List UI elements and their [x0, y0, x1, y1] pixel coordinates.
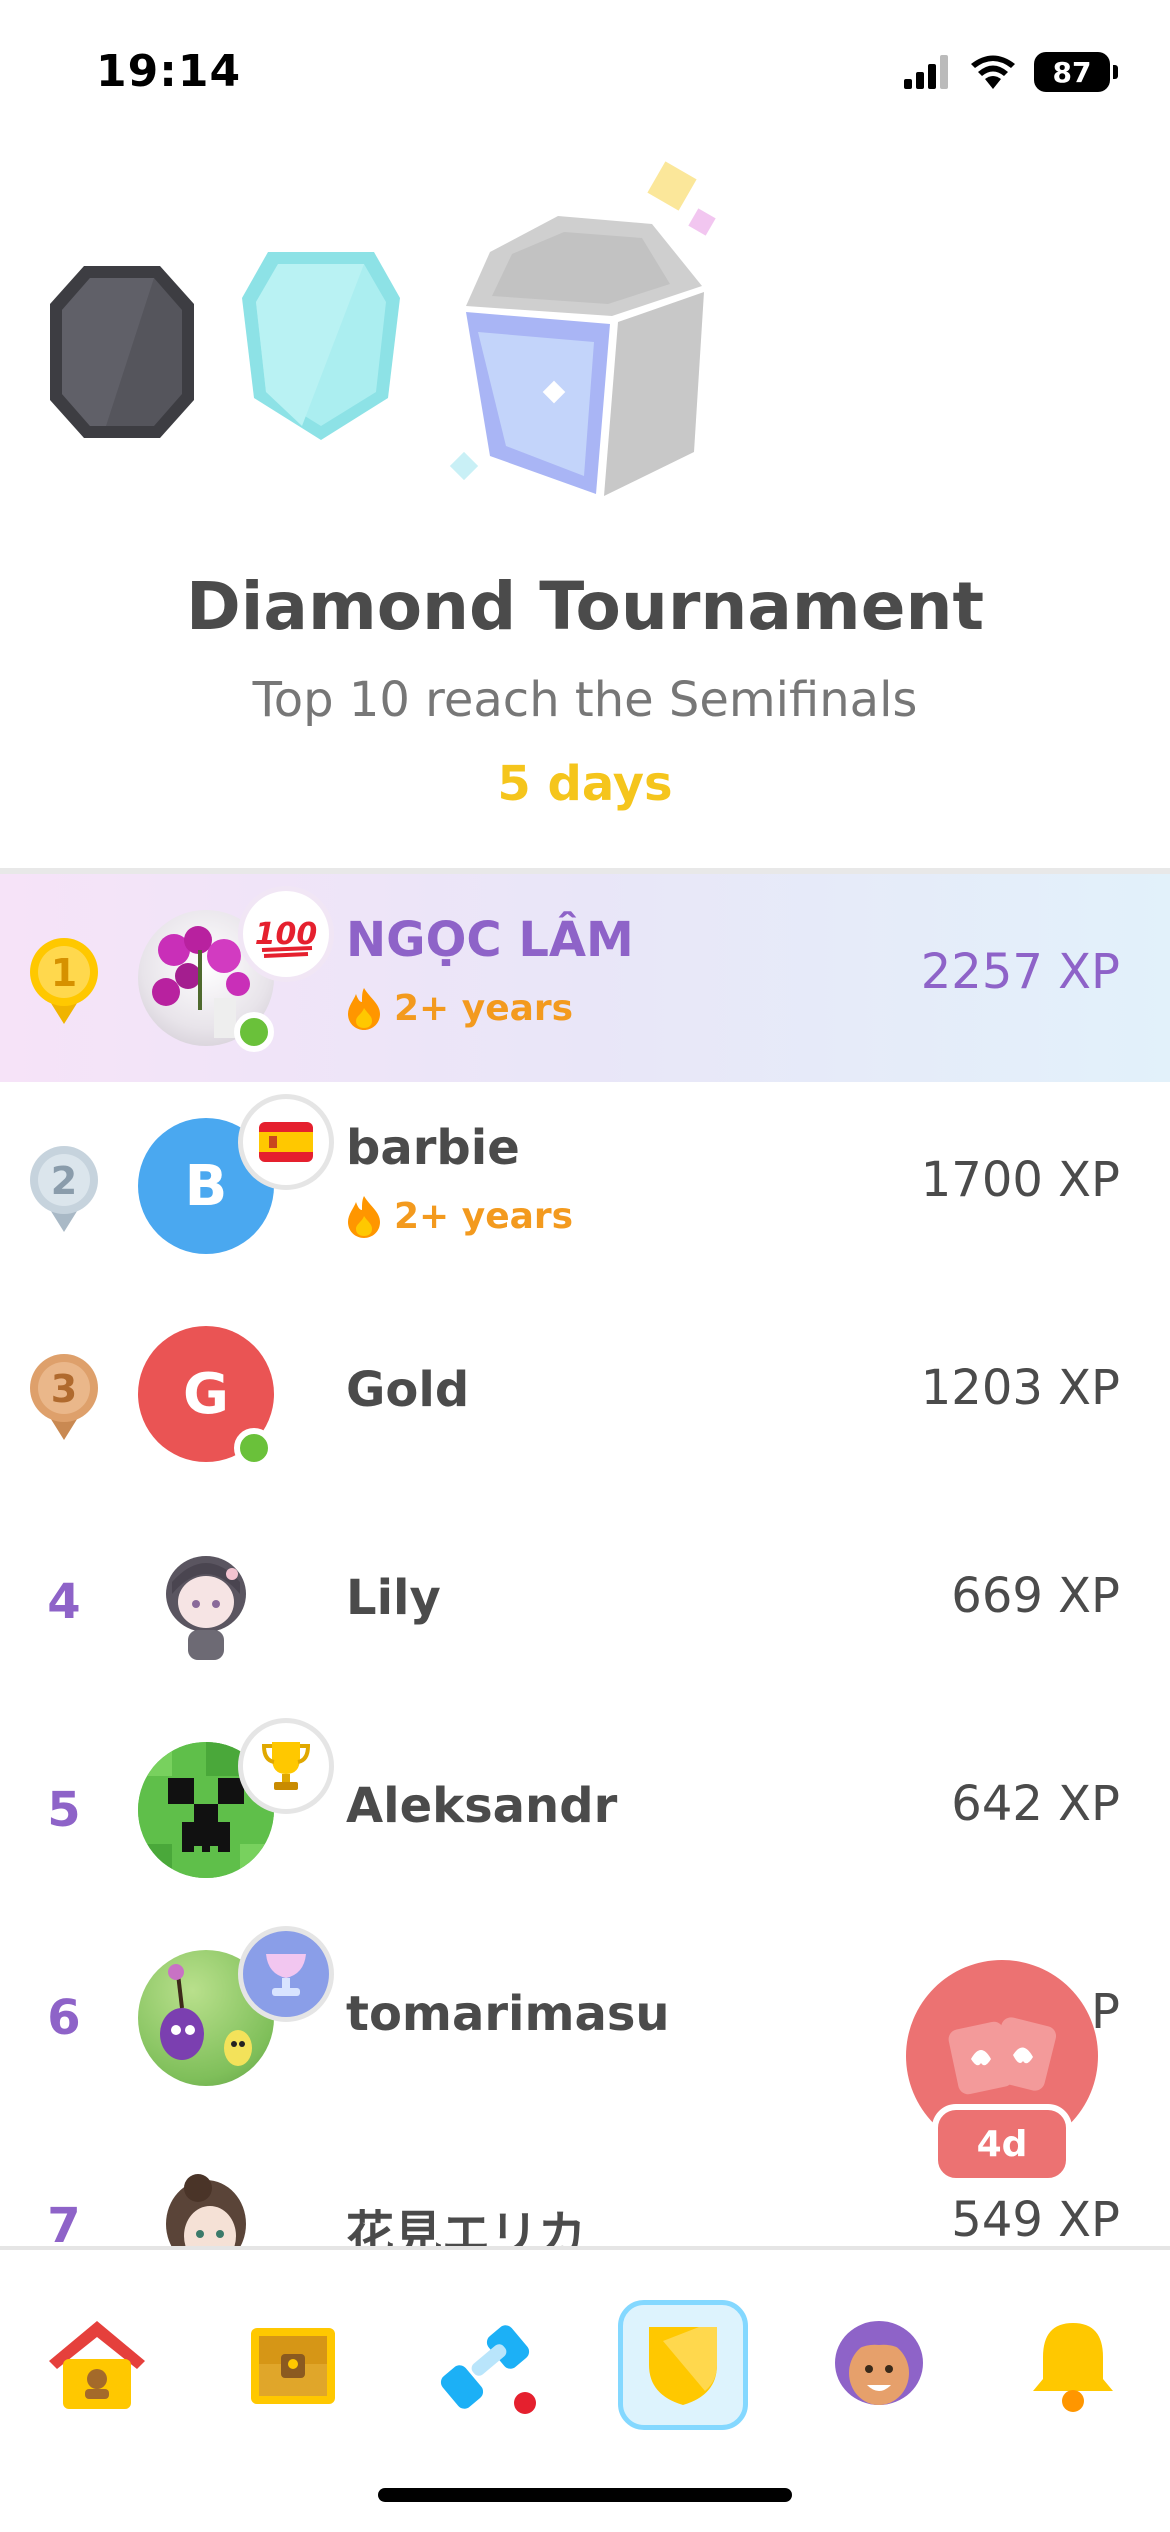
svg-text:1: 1: [51, 951, 77, 995]
tournament-league-icon[interactable]: [446, 156, 726, 496]
flame-icon: [348, 1196, 380, 1238]
gold-medal-icon: 1: [30, 938, 98, 1024]
hundred-points-icon: 100: [238, 886, 334, 982]
avatar-letter: G: [183, 1361, 229, 1427]
trophy-icon: [238, 1718, 334, 1814]
league-subtitle: Top 10 reach the Semifinals: [252, 672, 918, 728]
avatar[interactable]: [138, 2158, 274, 2246]
leaderboard-xp: 549 XP: [951, 2192, 1120, 2246]
silver-medal-icon: 2: [30, 1146, 98, 1232]
anime-girl-avatar-image: [166, 1556, 246, 1660]
status-time: 19:14: [96, 46, 242, 97]
leaderboard-row[interactable]: 2 B barbie 2+ years 1700 XP: [0, 1082, 1170, 1290]
avatar[interactable]: [138, 1534, 274, 1670]
leaderboard-row[interactable]: 1 100 NGỌC LÂM 2+ years 2257 XP: [0, 874, 1170, 1082]
battery-indicator: 87: [1034, 52, 1118, 92]
home-icon: [49, 2321, 145, 2409]
streak-label: 2+ years: [394, 1195, 574, 1237]
online-status-dot: [234, 1428, 274, 1468]
anime-character-avatar-image: [166, 2174, 246, 2246]
leaderboard-name: tomarimasu: [346, 1986, 670, 2042]
friends-quest-icon: [948, 2017, 1057, 2095]
leaderboard-xp: 669 XP: [951, 1568, 1120, 1624]
spain-flag-icon: [238, 1094, 334, 1190]
flame-icon: [348, 988, 380, 1030]
rank-number: 7: [47, 2198, 81, 2246]
svg-text:2: 2: [51, 1159, 77, 1203]
practice-icon: [440, 2325, 536, 2414]
leaderboard-name: Gold: [346, 1362, 470, 1418]
streak-indicator: 2+ years: [346, 1194, 573, 1238]
rank-number: 5: [47, 1782, 81, 1838]
online-status-dot: [234, 1012, 274, 1052]
leagues-icon: [649, 2327, 717, 2405]
leaderboard-row[interactable]: 4 Lily 669 XP: [0, 1498, 1170, 1706]
league-badges: [0, 150, 1170, 510]
svg-text:3: 3: [51, 1367, 77, 1411]
streak-indicator: 2+ years: [346, 986, 573, 1030]
leaderboard-name: Aleksandr: [346, 1778, 618, 1834]
notifications-icon: [1033, 2323, 1113, 2412]
rank-number: 6: [47, 1990, 81, 2046]
leaderboard-xp: 642 XP: [951, 1776, 1120, 1832]
leaderboard-name: barbie: [346, 1120, 520, 1176]
leaderboard-row[interactable]: 5 Aleksandr 642 XP: [0, 1706, 1170, 1914]
status-bar: 19:14 87: [0, 0, 1170, 150]
home-indicator[interactable]: [378, 2488, 792, 2502]
avatar-letter: B: [184, 1153, 228, 1219]
leaderboard-name: Lily: [346, 1570, 441, 1626]
leaderboard-name: NGỌC LÂM: [346, 912, 634, 968]
nav-leagues[interactable]: [618, 2300, 748, 2430]
league-title: Diamond Tournament: [186, 568, 984, 645]
rank-number: 4: [47, 1574, 81, 1630]
nav-notifications[interactable]: [1008, 2300, 1138, 2430]
nav-chest[interactable]: [228, 2300, 358, 2430]
nav-profile[interactable]: [814, 2300, 944, 2430]
leaderboard-name: 花見エリカ: [346, 2206, 587, 2246]
cellular-signal-icon: [904, 55, 948, 89]
leaderboard-xp: 1700 XP: [920, 1152, 1120, 1208]
diamond-league-icon[interactable]: [238, 248, 404, 444]
league-time-left: 5 days: [497, 756, 673, 812]
leaderboard-row[interactable]: 3 G Gold 1203 XP: [0, 1290, 1170, 1498]
streak-label: 2+ years: [394, 987, 574, 1029]
profile-icon: [835, 2321, 923, 2405]
status-icons: 87: [904, 52, 1118, 92]
wifi-icon: [971, 55, 1015, 89]
obsidian-league-icon[interactable]: [46, 262, 198, 442]
cup-icon: [238, 1926, 334, 2022]
bronze-medal-icon: 3: [30, 1354, 98, 1440]
leaderboard-xp: 2257 XP: [920, 944, 1120, 1000]
chest-icon: [251, 2328, 335, 2404]
nav-home[interactable]: [32, 2300, 162, 2430]
nav-practice[interactable]: [424, 2300, 554, 2430]
leaderboard-xp: 1203 XP: [920, 1360, 1120, 1416]
friends-quest-timer[interactable]: 4d: [932, 2104, 1072, 2184]
